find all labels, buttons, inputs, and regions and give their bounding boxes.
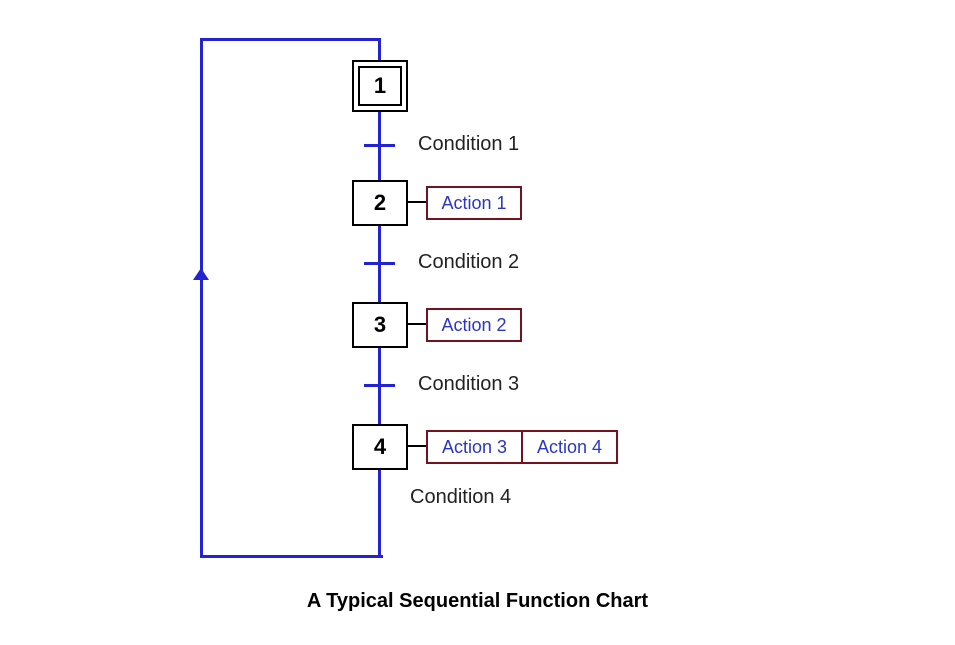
diagram-caption: A Typical Sequential Function Chart bbox=[0, 590, 955, 613]
connector-s2-a1 bbox=[408, 201, 426, 203]
step-2: 2 bbox=[352, 180, 408, 226]
step-1-label: 1 bbox=[374, 73, 386, 99]
step-3: 3 bbox=[352, 302, 408, 348]
line-into-step1 bbox=[378, 38, 381, 60]
feedback-top-line bbox=[200, 38, 380, 41]
step-4-label: 4 bbox=[374, 434, 386, 460]
condition-3-label: Condition 3 bbox=[418, 373, 519, 396]
action-1: Action 1 bbox=[426, 186, 522, 220]
action-2-label: Action 2 bbox=[441, 315, 506, 336]
feedback-bottom-line bbox=[200, 555, 383, 558]
line-s4-bottom bbox=[378, 470, 381, 558]
action-1-label: Action 1 bbox=[441, 193, 506, 214]
transition-3 bbox=[364, 384, 395, 387]
step-3-label: 3 bbox=[374, 312, 386, 338]
feedback-left-line bbox=[200, 38, 203, 558]
feedback-arrowhead bbox=[193, 268, 209, 280]
action-2: Action 2 bbox=[426, 308, 522, 342]
action-3-4: Action 3 Action 4 bbox=[426, 430, 618, 464]
transition-2 bbox=[364, 262, 395, 265]
sfc-diagram: 1 Condition 1 2 Action 1 Condition 2 3 A… bbox=[0, 0, 955, 645]
step-4: 4 bbox=[352, 424, 408, 470]
action-3-label: Action 3 bbox=[442, 437, 507, 458]
connector-s3-a2 bbox=[408, 323, 426, 325]
connector-s4-a34 bbox=[408, 445, 426, 447]
condition-2-label: Condition 2 bbox=[418, 251, 519, 274]
transition-1 bbox=[364, 144, 395, 147]
action-4-label: Action 4 bbox=[537, 437, 602, 458]
condition-1-label: Condition 1 bbox=[418, 133, 519, 156]
step-1: 1 bbox=[352, 60, 408, 112]
step-2-label: 2 bbox=[374, 190, 386, 216]
condition-4-label: Condition 4 bbox=[410, 486, 511, 509]
